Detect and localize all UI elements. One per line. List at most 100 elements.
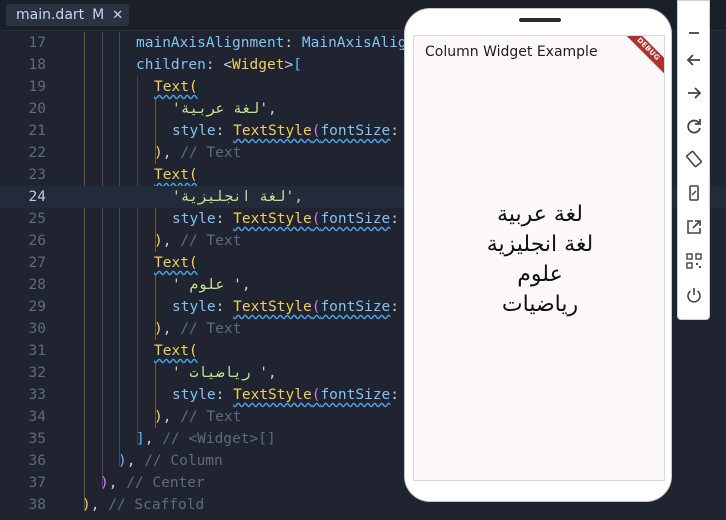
rotate-icon[interactable] [678,112,709,140]
tab-main-dart[interactable]: main.dart M ✕ [6,4,130,26]
code-token: , [144,431,163,447]
code-token: : [215,123,234,139]
code-text: ), // Text [154,318,241,340]
line-number: 38 [28,497,46,513]
code-text: ), // Column [118,450,223,472]
code-token: ] [136,431,145,447]
minimize-icon[interactable] [678,19,709,47]
app-bar-title: Column Widget Example [425,44,598,60]
qr-code-icon[interactable] [678,247,709,275]
rotate-screen-icon[interactable] [678,145,709,173]
code-text: Text( [154,76,198,98]
line-number: 22 [28,145,46,161]
code-token: ( [188,167,198,183]
code-token: fontSize [320,123,391,139]
code-text: 'لغة عربية', [172,98,277,120]
line-number: 25 [28,211,46,227]
code-token: Text [154,343,189,359]
line-number: 34 [28,409,46,425]
line-number: 26 [28,233,46,249]
close-icon[interactable]: ✕ [112,8,123,23]
column-text-math: رياضيات [501,292,579,317]
line-number: 20 [28,101,46,117]
code-token: , [162,145,181,161]
code-token: , [162,321,181,337]
line-number: 33 [28,387,46,403]
line-number: 32 [28,365,46,381]
code-text: 'لغة انجليزية', [172,186,303,208]
code-token: MainAxisAlig [301,35,407,51]
code-token: , [90,497,109,513]
code-text: style: TextStyle(fontSize: [172,296,408,318]
code-text: ), // Text [154,230,241,252]
emulator-toolbar [677,0,710,320]
column-text-science: علوم [517,262,563,287]
code-text: style: TextStyle(fontSize: [172,208,408,230]
code-token: : [284,35,302,51]
code-text: Text( [154,340,198,362]
code-text: ], // <Widget>[] [136,428,276,450]
code-token: TextStyle [233,123,312,139]
code-token: , [108,475,127,491]
line-number: 37 [28,475,46,491]
code-token: fontSize [320,299,391,315]
code-text: ), // Text [154,406,241,428]
code-text: Text( [154,164,198,186]
back-icon[interactable] [678,46,709,74]
code-token: // Text [180,409,242,425]
tab-modified-status: M [92,7,105,23]
code-token: fontSize [320,387,391,403]
code-token: > [284,57,294,73]
code-token: Text [154,79,189,95]
line-number: 23 [28,167,46,183]
device-icon[interactable] [678,179,709,207]
column-text-english: لغة انجليزية [486,232,594,257]
code-token: < [223,57,233,73]
code-text: ), // Scaffold [82,494,204,516]
code-token: , [294,189,303,205]
code-token: , [241,277,251,293]
line-number: 21 [28,123,46,139]
code-token: // Text [180,145,242,161]
line-number: 35 [28,431,46,447]
app-screen[interactable]: Column Widget Example DEBUG لغة عربية لغ… [413,35,665,481]
code-token: , [162,409,181,425]
code-token: children [136,57,206,73]
code-text: mainAxisAlignment: MainAxisAlig [136,32,407,54]
code-token: ' رياضيات ' [172,365,269,381]
code-token: : [215,299,234,315]
column-text-arabic: لغة عربية [497,202,583,227]
code-token: style [172,123,216,139]
device-speaker [519,18,561,22]
forward-icon[interactable] [678,79,709,107]
line-number: 19 [28,79,46,95]
device-frame: Column Widget Example DEBUG لغة عربية لغ… [404,8,672,502]
code-token: , [162,233,181,249]
code-text: children: <Widget>[ [136,54,302,76]
code-token: [ [293,57,302,73]
code-token: ) [118,453,127,469]
code-token: Text [154,255,189,271]
code-text: style: TextStyle(fontSize: [172,384,408,406]
code-text: style: TextStyle(fontSize: [172,120,408,142]
power-icon[interactable] [678,281,709,309]
debug-banner: DEBUG [621,36,664,77]
line-number: 17 [28,35,46,51]
line-number: 31 [28,343,46,359]
code-token: mainAxisAlignment [136,35,285,51]
code-token: // Center [126,475,205,491]
code-token: TextStyle [233,387,312,403]
code-text: ), // Center [100,472,205,494]
code-token: ( [188,79,198,95]
code-token: TextStyle [233,299,312,315]
code-token: , [126,453,145,469]
line-number: 36 [28,453,46,469]
code-token: // Scaffold [108,497,205,513]
code-token: // Column [144,453,223,469]
code-text: ' رياضيات ', [172,362,277,384]
code-token: ) [154,145,163,161]
code-token: TextStyle [233,211,312,227]
open-external-icon[interactable] [678,213,709,241]
code-token: ' علوم ' [172,277,242,293]
code-token: style [172,211,216,227]
